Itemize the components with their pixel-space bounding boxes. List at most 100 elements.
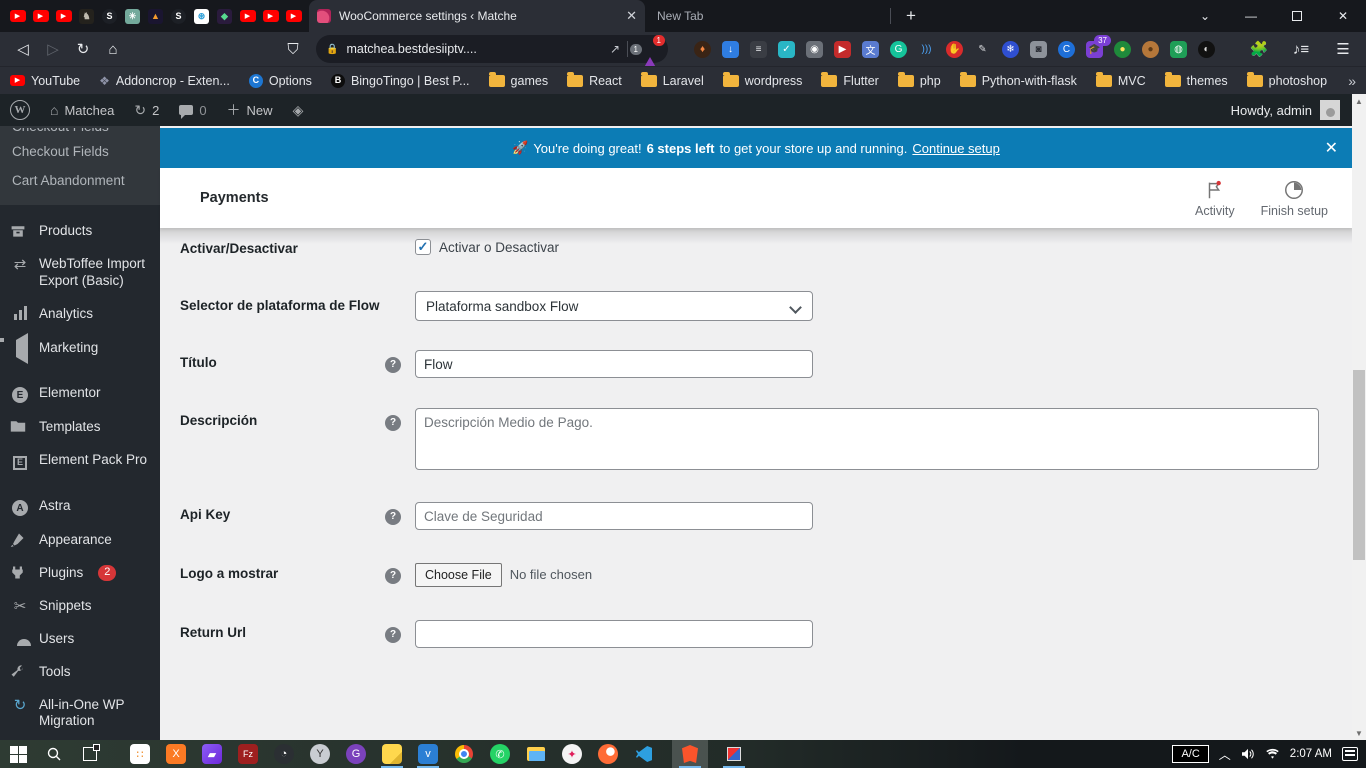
taskbar-app-filmora[interactable]: ▰	[194, 740, 230, 768]
continue-setup-link[interactable]: Continue setup	[912, 141, 999, 156]
taskbar-app-slack[interactable]: ✦	[554, 740, 590, 768]
help-icon[interactable]: ?	[385, 508, 401, 525]
scroll-down-arrow[interactable]: ▼	[1352, 726, 1366, 740]
puzzle-extensions-icon[interactable]: 🧩	[1244, 35, 1274, 63]
bookmark-icon[interactable]: ⛉	[278, 35, 308, 63]
sidebar-item-astra[interactable]: A Astra	[0, 490, 160, 525]
title-input[interactable]	[415, 350, 813, 378]
bookmark-folder-laravel[interactable]: Laravel	[640, 71, 704, 88]
help-icon[interactable]: ?	[385, 567, 401, 584]
screenshot-camera-extension-icon[interactable]: ◙	[1030, 40, 1047, 58]
pinned-tab-youtube-icon[interactable]: ▶	[259, 0, 282, 32]
bookmark-folder-games[interactable]: games	[488, 71, 548, 88]
pinned-tab-phoenix-icon[interactable]: ▲	[144, 0, 167, 32]
howdy-admin-menu[interactable]: Howdy, admin	[1231, 103, 1312, 118]
active-tab[interactable]: WooCommerce settings ‹ Matche ✕	[309, 0, 645, 32]
sidebar-item-snippets[interactable]: ✂ Snippets	[0, 590, 160, 623]
new-content-menu[interactable]: ＋ New	[217, 94, 283, 126]
pinned-tab-youtube-icon[interactable]: ▶	[6, 0, 29, 32]
minimize-button[interactable]: —	[1228, 0, 1274, 32]
volume-icon[interactable]	[1241, 748, 1255, 760]
description-textarea[interactable]	[415, 408, 1319, 470]
pinned-tab-youtube-icon[interactable]: ▶	[52, 0, 75, 32]
taskbar-app-xampp[interactable]: X	[158, 740, 194, 768]
notification-center-icon[interactable]	[1342, 747, 1358, 761]
close-tab-icon[interactable]: ✕	[626, 8, 637, 24]
share-icon[interactable]: ↗	[610, 42, 620, 56]
element-pack-menu[interactable]: ◈	[283, 94, 314, 126]
pinned-tab-youtube-icon[interactable]: ▶	[29, 0, 52, 32]
cookie-extension-icon[interactable]: ●	[1142, 40, 1159, 58]
inactive-tab[interactable]: New Tab	[645, 0, 890, 32]
taskbar-app-brave[interactable]	[672, 740, 708, 768]
taskbar-app-postman[interactable]	[590, 740, 626, 768]
bookmark-folder-flutter[interactable]: Flutter	[821, 71, 879, 88]
sidebar-item-webtoffee-import-export[interactable]: ⇄ WebToffee Import Export (Basic)	[0, 248, 160, 298]
bookmark-options[interactable]: C Options	[248, 73, 312, 88]
home-button[interactable]: ⌂	[98, 35, 128, 63]
pinned-tab-sourceforge-icon[interactable]: S	[98, 0, 121, 32]
api-key-input[interactable]	[415, 502, 813, 530]
pinned-tab-gemini-icon[interactable]: ◆	[213, 0, 236, 32]
blocker-button[interactable]: 1	[642, 35, 665, 71]
fingerprint-extension-icon[interactable]: ◍	[1170, 40, 1187, 58]
taskbar-app-file-explorer[interactable]	[518, 740, 554, 768]
bookmark-folder-python-with-flask[interactable]: Python-with-flask	[959, 71, 1077, 88]
restore-button[interactable]	[1274, 0, 1320, 32]
stack-extension-icon[interactable]: ≡	[750, 40, 767, 58]
pinned-tab-youtube-icon[interactable]: ▶	[282, 0, 305, 32]
sidebar-item-products[interactable]: Products	[0, 215, 160, 248]
scroll-up-arrow[interactable]: ▲	[1352, 94, 1366, 108]
sidebar-item-partial[interactable]: Checkout Fields	[0, 128, 160, 137]
grammarly-extension-icon[interactable]: G	[890, 40, 907, 58]
comments-menu[interactable]: 0	[169, 94, 216, 126]
bookmark-bingotingo[interactable]: B BingoTingo | Best P...	[330, 73, 470, 88]
adblock-youtube-extension-icon[interactable]: ▶	[834, 40, 851, 58]
sidebar-item-checkout-fields[interactable]: Checkout Fields	[0, 137, 160, 166]
help-icon[interactable]: ?	[385, 356, 401, 373]
dark-reader-extension-icon[interactable]: ◐	[1198, 40, 1215, 58]
translate-extension-icon[interactable]: 文	[862, 40, 879, 58]
tray-chevron-up-icon[interactable]: ︿	[1219, 746, 1231, 763]
idea-bulb-extension-icon[interactable]: ●	[1114, 40, 1131, 58]
taskbar-app-cube[interactable]	[716, 740, 752, 768]
finish-setup-button[interactable]: Finish setup	[1261, 179, 1328, 218]
taskbar-app-whatsapp[interactable]: ✆	[482, 740, 518, 768]
new-tab-button[interactable]: +	[897, 2, 925, 30]
start-button[interactable]	[0, 740, 36, 768]
bookmark-folder-wordpress[interactable]: wordpress	[722, 71, 802, 88]
wifi-icon[interactable]	[1265, 748, 1280, 760]
bookmark-youtube[interactable]: ▶ YouTube	[10, 74, 80, 88]
sidebar-item-plugins[interactable]: Plugins 2	[0, 557, 160, 590]
help-icon[interactable]: ?	[385, 626, 401, 643]
reload-button[interactable]: ↻	[68, 35, 98, 63]
sidebar-item-all-in-one-wp-migration[interactable]: ↻ All-in-One WP Migration	[0, 689, 160, 739]
scroll-thumb[interactable]	[1353, 370, 1365, 560]
task-view-button[interactable]	[72, 740, 108, 768]
sidebar-item-elementor[interactable]: E Elementor	[0, 377, 160, 412]
snowflake-extension-icon[interactable]: ❄	[1002, 40, 1019, 58]
banner-close-icon[interactable]: ✕	[1325, 138, 1338, 158]
sidebar-item-element-pack-pro[interactable]: E Element Pack Pro	[0, 444, 160, 478]
pinned-tab-chatgpt-icon[interactable]: ✳	[121, 0, 144, 32]
taskbar-app-sticky-notes[interactable]	[374, 740, 410, 768]
annotate-pen-extension-icon[interactable]: ✎	[974, 41, 991, 58]
colorzilla-extension-icon[interactable]: C	[1058, 40, 1075, 58]
taskbar-app-vnote[interactable]: v	[410, 740, 446, 768]
enable-checkbox[interactable]: ✓	[415, 239, 431, 255]
pinned-tab-youtube-icon[interactable]: ▶	[236, 0, 259, 32]
page-scrollbar[interactable]: ▲ ▼	[1352, 94, 1366, 740]
taskbar-app-filezilla[interactable]: Fz	[230, 740, 266, 768]
bookmark-folder-themes[interactable]: themes	[1164, 71, 1228, 88]
language-indicator[interactable]: A/C	[1172, 745, 1209, 763]
taskbar-app-chrome[interactable]	[446, 740, 482, 768]
taskbar-search-button[interactable]	[36, 740, 72, 768]
sidebar-item-marketing[interactable]: Marketing	[0, 332, 160, 365]
wp-logo-menu[interactable]: W	[0, 94, 40, 126]
avatar[interactable]	[1320, 100, 1340, 120]
platform-select[interactable]: Plataforma sandbox Flow	[415, 291, 813, 321]
sidebar-item-cart-abandonment[interactable]: Cart Abandonment	[0, 166, 160, 195]
activity-button[interactable]: Activity	[1195, 179, 1235, 218]
pinned-tab-react-icon[interactable]: ⊛	[190, 0, 213, 32]
sidebar-item-tools[interactable]: Tools	[0, 656, 160, 689]
